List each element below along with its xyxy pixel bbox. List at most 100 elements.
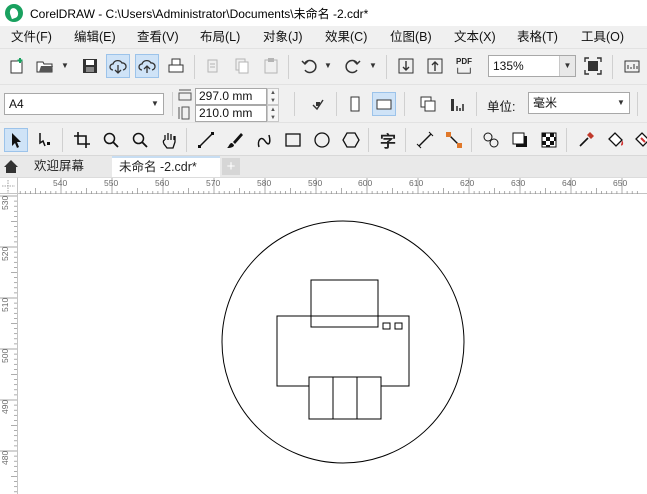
crop-tool-icon[interactable] — [70, 128, 94, 152]
printer-paper-top[interactable] — [310, 279, 379, 328]
menu-bar: 文件(F) 编辑(E) 查看(V) 布局(L) 对象(J) 效果(C) 位图(B… — [0, 26, 647, 48]
page-size-chevron-icon[interactable]: ▼ — [147, 94, 163, 114]
ruler-h-label: 580 — [257, 178, 272, 188]
copy-icon[interactable] — [230, 54, 254, 78]
connector-tool-icon[interactable] — [442, 128, 466, 152]
import-icon[interactable] — [394, 54, 418, 78]
units-dropdown[interactable]: 毫米 ▼ — [528, 92, 630, 114]
ruler-v-label: 500 — [0, 348, 10, 363]
toolbox: 字 — [0, 122, 647, 156]
toolbar-separator — [288, 55, 289, 79]
vertical-ruler[interactable]: 530 520 510 500 490 480 — [0, 194, 18, 494]
zoom-tool-icon[interactable] — [99, 128, 123, 152]
page-height-icon — [178, 106, 190, 120]
polygon-tool-icon[interactable] — [339, 128, 363, 152]
menu-tools[interactable]: 工具(O) — [581, 26, 624, 48]
interactive-fill-tool-icon[interactable] — [603, 128, 627, 152]
toolbar-separator — [194, 55, 195, 79]
eyedropper-tool-icon[interactable] — [574, 128, 598, 152]
artistic-media-tool-icon[interactable] — [223, 128, 247, 152]
menu-layout[interactable]: 布局(L) — [200, 26, 240, 48]
transparency-tool-icon[interactable] — [537, 128, 561, 152]
parallel-dimension-tool-icon[interactable] — [413, 128, 437, 152]
all-pages-icon[interactable] — [416, 92, 440, 116]
menu-table[interactable]: 表格(T) — [517, 26, 558, 48]
undo-dropdown-chevron-icon[interactable]: ▼ — [324, 61, 332, 70]
page-width-field[interactable]: 297.0 mm — [195, 88, 267, 105]
text-tool-icon[interactable]: 字 — [376, 128, 400, 152]
menu-view[interactable]: 查看(V) — [137, 26, 179, 48]
menu-object[interactable]: 对象(J) — [263, 26, 303, 48]
horizontal-ruler[interactable]: 540 550 560 570 580 590 600 610 620 630 … — [18, 177, 647, 194]
tab-document[interactable]: 未命名 -2.cdr* — [112, 156, 220, 177]
zoom-out-tool-icon[interactable] — [128, 128, 152, 152]
menu-edit[interactable]: 编辑(E) — [74, 26, 116, 48]
redo-dropdown-chevron-icon[interactable]: ▼ — [369, 61, 377, 70]
printer-drawing[interactable] — [19, 195, 647, 494]
units-label: 单位: — [487, 100, 516, 114]
ruler-h-label: 540 — [53, 178, 68, 188]
menu-text[interactable]: 文本(X) — [454, 26, 496, 48]
menu-file[interactable]: 文件(F) — [11, 26, 52, 48]
toolbar-separator — [637, 92, 638, 116]
portrait-orientation-icon[interactable] — [343, 92, 367, 116]
options-icon[interactable] — [620, 54, 644, 78]
landscape-orientation-icon[interactable] — [372, 92, 396, 116]
units-chevron-icon[interactable]: ▼ — [613, 93, 629, 113]
toolbar-separator — [405, 128, 406, 152]
printer-output-tray[interactable] — [308, 376, 382, 420]
pdf-label: PDF — [456, 56, 472, 66]
open-folder-icon[interactable] — [33, 54, 57, 78]
pen-tool-icon[interactable] — [252, 128, 276, 152]
page-dimension-icon[interactable] — [306, 92, 330, 116]
toolbar-separator — [386, 55, 387, 79]
page-width-spinner-icon[interactable]: ▲ ▼ — [267, 88, 279, 105]
toolbar-separator — [294, 92, 295, 116]
ruler-v-label: 520 — [0, 246, 10, 261]
smart-fill-tool-icon[interactable] — [630, 128, 647, 152]
print-icon[interactable] — [164, 54, 188, 78]
rectangle-tool-icon[interactable] — [281, 128, 305, 152]
blend-tool-icon[interactable] — [479, 128, 503, 152]
page-size-dropdown[interactable]: A4 ▼ — [4, 93, 164, 115]
ruler-h-label: 610 — [409, 178, 424, 188]
current-page-icon[interactable] — [446, 92, 470, 116]
ruler-h-label: 570 — [206, 178, 221, 188]
menu-effects[interactable]: 效果(C) — [325, 26, 367, 48]
cloud-download-icon[interactable] — [106, 54, 130, 78]
zoom-dropdown-chevron-icon[interactable]: ▼ — [559, 56, 575, 76]
circle-outline[interactable] — [221, 220, 465, 464]
new-document-icon[interactable] — [5, 54, 29, 78]
printer-button-left[interactable] — [382, 322, 391, 330]
toolbar-separator — [471, 128, 472, 152]
export-icon[interactable] — [423, 54, 447, 78]
cut-icon[interactable] — [201, 54, 225, 78]
redo-icon[interactable] — [341, 54, 365, 78]
home-icon[interactable] — [3, 159, 19, 174]
zoom-level-dropdown[interactable]: 135% ▼ — [488, 55, 576, 77]
open-dropdown-chevron-icon[interactable]: ▼ — [61, 61, 69, 70]
pan-tool-hand-icon[interactable] — [157, 128, 181, 152]
ruler-h-label: 630 — [511, 178, 526, 188]
save-icon[interactable] — [78, 54, 102, 78]
freehand-tool-icon[interactable] — [194, 128, 218, 152]
full-screen-preview-icon[interactable] — [581, 54, 605, 78]
menu-bitmaps[interactable]: 位图(B) — [390, 26, 432, 48]
pick-tool-icon[interactable] — [4, 128, 28, 152]
page-height-spinner-icon[interactable]: ▲ ▼ — [267, 105, 279, 122]
shape-tool-icon[interactable] — [33, 128, 57, 152]
paste-icon[interactable] — [259, 54, 283, 78]
add-tab-plus-icon[interactable]: + — [222, 158, 240, 175]
undo-icon[interactable] — [297, 54, 321, 78]
ruler-h-label: 550 — [104, 178, 119, 188]
ruler-v-label: 510 — [0, 297, 10, 312]
drawing-canvas[interactable] — [19, 195, 647, 494]
tab-welcome-screen[interactable]: 欢迎屏幕 — [27, 156, 91, 177]
drop-shadow-tool-icon[interactable] — [508, 128, 532, 152]
ruler-h-label: 600 — [358, 178, 373, 188]
printer-button-right[interactable] — [394, 322, 403, 330]
publish-pdf-icon[interactable]: PDF — [452, 54, 476, 78]
cloud-upload-icon[interactable] — [135, 54, 159, 78]
page-height-field[interactable]: 210.0 mm — [195, 105, 267, 122]
ellipse-tool-icon[interactable] — [310, 128, 334, 152]
